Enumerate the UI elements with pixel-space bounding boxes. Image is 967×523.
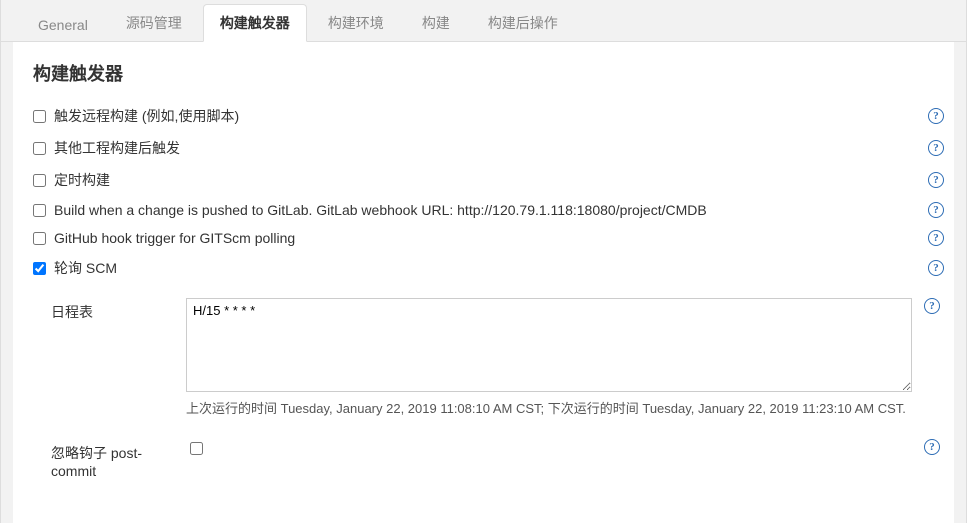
checkbox-build-periodically[interactable] [33,174,46,187]
help-icon[interactable]: ? [928,140,944,156]
tab-build-triggers[interactable]: 构建触发器 [203,4,307,42]
tab-general[interactable]: General [21,8,105,42]
label-github-hook[interactable]: GitHub hook trigger for GITScm polling [54,230,928,246]
section-title: 构建触发器 [33,60,944,86]
label-after-other-projects[interactable]: 其他工程构建后触发 [54,138,928,158]
help-icon[interactable]: ? [924,439,940,455]
tab-post-build[interactable]: 构建后操作 [471,4,575,42]
help-icon[interactable]: ? [928,260,944,276]
label-trigger-remote[interactable]: 触发远程构建 (例如,使用脚本) [54,106,928,126]
build-triggers-panel: 构建触发器 触发远程构建 (例如,使用脚本) ? 其他工程构建后触发 ? 定时构… [13,42,954,523]
help-icon[interactable]: ? [928,202,944,218]
schedule-hint: 上次运行的时间 Tuesday, January 22, 2019 11:08:… [186,399,912,419]
label-gitlab-push[interactable]: Build when a change is pushed to GitLab.… [54,202,928,218]
tab-build-env[interactable]: 构建环境 [311,4,401,42]
ignore-hook-label: 忽略钩子 post-commit [51,439,186,479]
help-icon[interactable]: ? [928,108,944,124]
schedule-input[interactable] [186,298,912,392]
tab-build[interactable]: 构建 [405,4,467,42]
checkbox-trigger-remote[interactable] [33,110,46,123]
checkbox-poll-scm[interactable] [33,262,46,275]
help-icon[interactable]: ? [924,298,940,314]
config-tabs: General 源码管理 构建触发器 构建环境 构建 构建后操作 [1,0,966,42]
help-icon[interactable]: ? [928,172,944,188]
schedule-label: 日程表 [51,298,186,322]
checkbox-github-hook[interactable] [33,232,46,245]
help-icon[interactable]: ? [928,230,944,246]
label-build-periodically[interactable]: 定时构建 [54,170,928,190]
label-poll-scm[interactable]: 轮询 SCM [54,258,928,278]
checkbox-gitlab-push[interactable] [33,204,46,217]
checkbox-ignore-post-commit[interactable] [190,442,203,455]
poll-scm-config: 日程表 上次运行的时间 Tuesday, January 22, 2019 11… [51,294,944,483]
checkbox-after-other-projects[interactable] [33,142,46,155]
tab-scm[interactable]: 源码管理 [109,4,199,42]
